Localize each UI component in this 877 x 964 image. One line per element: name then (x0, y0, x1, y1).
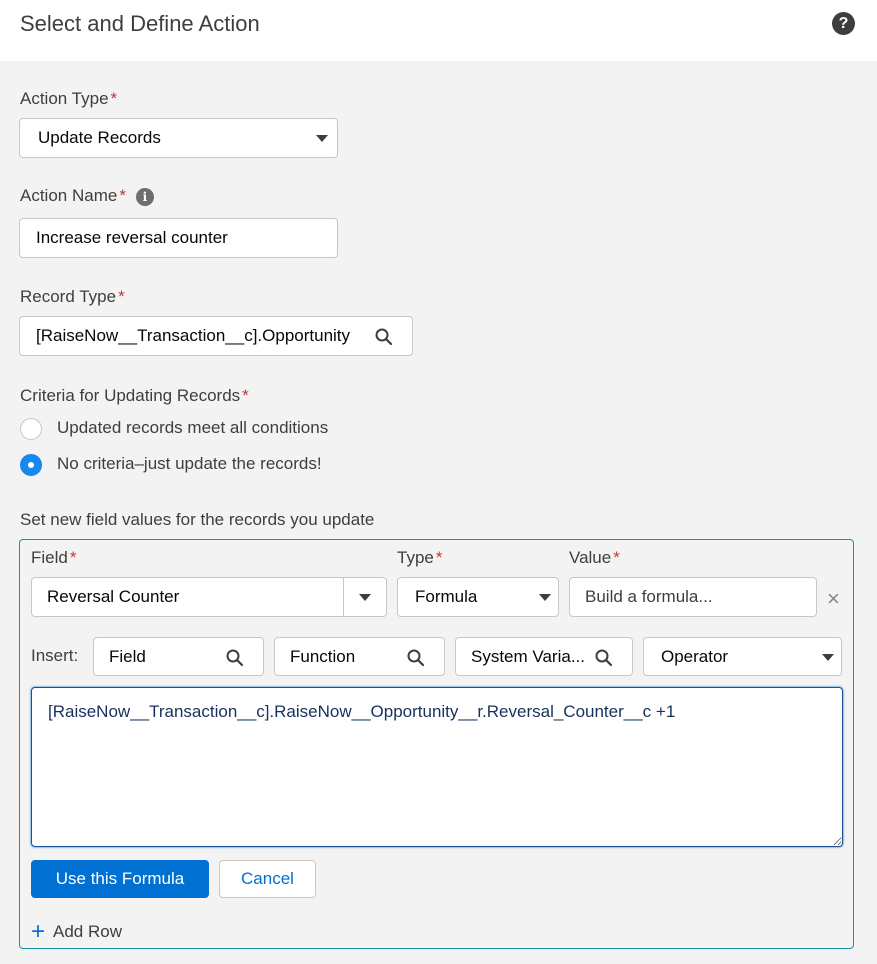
required-asterisk: * (119, 186, 126, 205)
action-type-label: Action Type * (20, 89, 117, 109)
required-asterisk: * (110, 89, 118, 108)
formula-editor[interactable]: [RaiseNow__Transaction__c].RaiseNow__Opp… (31, 687, 843, 847)
action-name-label: Action Name * i (20, 186, 154, 206)
insert-function-text: Function (290, 646, 356, 666)
insert-field-text: Field (109, 646, 146, 666)
search-icon (407, 649, 425, 667)
insert-field-lookup[interactable]: Field (93, 637, 264, 676)
insert-function-lookup[interactable]: Function (274, 637, 445, 676)
type-column-header: Type * (397, 548, 442, 568)
required-asterisk: * (69, 548, 77, 567)
radio-meet-conditions-label: Updated records meet all conditions (57, 418, 329, 437)
record-type-value: [RaiseNow__Transaction__c].Opportunity (36, 326, 351, 345)
field-select-value: Reversal Counter (47, 587, 180, 606)
action-name-label-text: Action Name (20, 186, 118, 205)
action-name-value: Increase reversal counter (36, 228, 228, 247)
required-asterisk: * (242, 386, 249, 405)
search-icon (595, 649, 613, 667)
search-icon (375, 328, 393, 346)
modal-header: Select and Define Action ? (0, 0, 877, 61)
insert-system-variable-lookup[interactable]: System Varia... (455, 637, 633, 676)
plus-icon: + (31, 918, 46, 945)
type-header-text: Type (397, 548, 434, 567)
help-icon[interactable]: ? (832, 12, 855, 35)
type-select-value: Formula (415, 587, 478, 606)
required-asterisk: * (435, 548, 443, 567)
criteria-label-text: Criteria for Updating Records (20, 386, 241, 405)
value-placeholder: Build a formula... (585, 587, 713, 606)
criteria-label: Criteria for Updating Records * (20, 386, 249, 406)
record-type-label-text: Record Type (20, 287, 117, 306)
record-type-lookup[interactable]: [RaiseNow__Transaction__c].Opportunity (19, 316, 413, 356)
value-header-text: Value (569, 548, 612, 567)
field-values-section-label: Set new field values for the records you… (20, 510, 375, 529)
field-select[interactable]: Reversal Counter (31, 577, 387, 617)
add-row-button[interactable]: + Add Row (31, 918, 122, 946)
page-title: Select and Define Action (20, 11, 260, 36)
action-type-select[interactable]: Update Records (19, 118, 338, 158)
type-select[interactable]: Formula (397, 577, 559, 617)
remove-row-icon[interactable]: × (827, 586, 840, 612)
field-column-header: Field * (31, 548, 76, 568)
action-name-input[interactable]: Increase reversal counter (19, 218, 338, 258)
field-header-text: Field (31, 548, 68, 567)
search-icon (226, 649, 244, 667)
chevron-down-icon (822, 654, 834, 661)
insert-label: Insert: (31, 646, 79, 665)
required-asterisk: * (118, 287, 125, 306)
record-type-label: Record Type * (20, 287, 125, 307)
insert-operator-select[interactable]: Operator (643, 637, 842, 676)
insert-operator-text: Operator (661, 646, 729, 666)
info-icon[interactable]: i (135, 187, 154, 206)
chevron-down-icon (316, 135, 328, 142)
chevron-down-icon (539, 594, 551, 601)
field-select-divider (343, 578, 344, 616)
add-row-label: Add Row (53, 922, 122, 941)
required-asterisk: * (613, 548, 620, 567)
value-formula-input[interactable]: Build a formula... (569, 577, 817, 617)
value-column-header: Value * (569, 548, 620, 568)
chevron-down-icon[interactable] (359, 594, 371, 601)
action-type-value: Update Records (38, 128, 161, 147)
radio-no-criteria-label: No criteria–just update the records! (57, 454, 322, 473)
radio-no-criteria[interactable] (20, 454, 42, 476)
cancel-button[interactable]: Cancel (219, 860, 316, 898)
use-formula-button[interactable]: Use this Formula (31, 860, 209, 898)
radio-meet-conditions[interactable] (20, 418, 42, 440)
action-type-label-text: Action Type (20, 89, 109, 108)
insert-system-variable-text: System Varia... (471, 646, 585, 666)
